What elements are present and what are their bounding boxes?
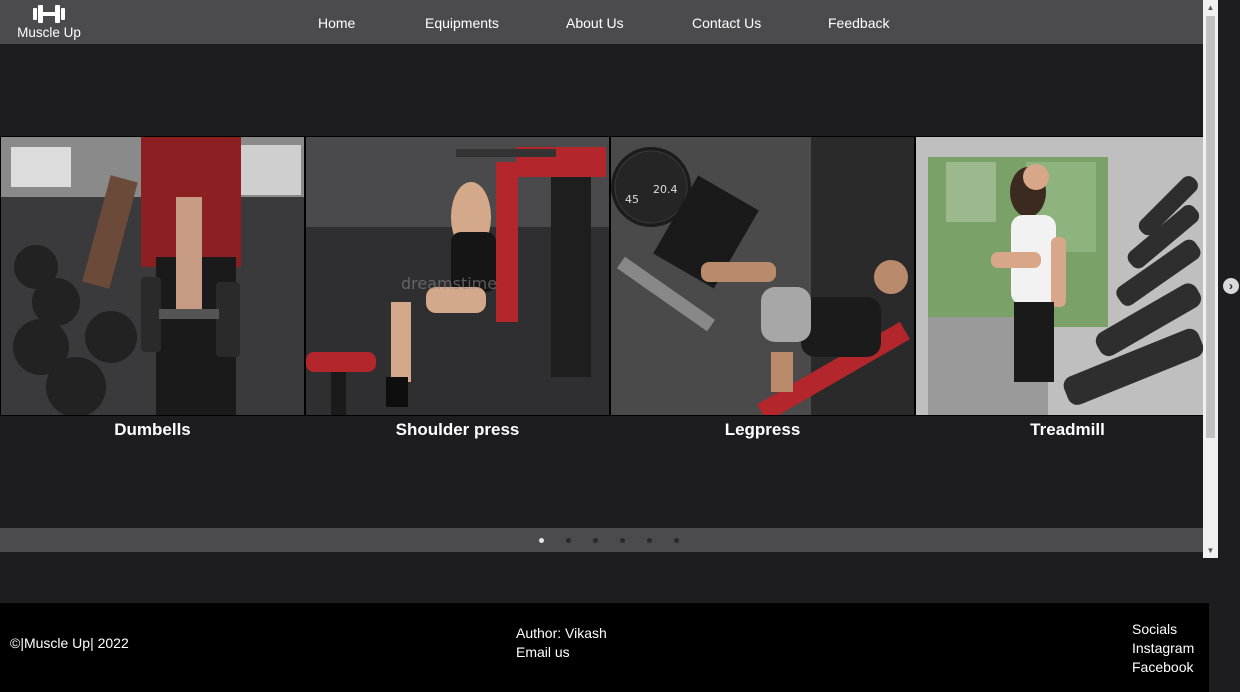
slider-pagination	[0, 528, 1203, 552]
pagination-dot[interactable]	[539, 538, 544, 543]
email-link[interactable]: Email us	[516, 643, 570, 662]
pagination-dot[interactable]	[647, 538, 652, 543]
scroll-thumb[interactable]	[1206, 16, 1215, 438]
footer: ©|Muscle Up| 2022 Author: Vikash Email u…	[0, 603, 1209, 692]
legpress-image: 45 20.4	[611, 137, 914, 415]
pagination-dot[interactable]	[674, 538, 679, 543]
plate-label-204: 20.4	[653, 183, 678, 196]
caption-dumbells: Dumbells	[114, 420, 191, 439]
shoulder-press-image: dreamstime	[306, 137, 609, 415]
nav-equipments[interactable]: Equipments	[425, 15, 499, 31]
caption-legpress: Legpress	[724, 420, 801, 439]
equipment-slider: dreamstime 45 20.4	[0, 136, 1203, 416]
page-viewport: Muscle Up Home Equipments About Us Conta…	[0, 0, 1203, 558]
nav-feedback[interactable]: Feedback	[828, 15, 889, 31]
slide-legpress[interactable]: 45 20.4	[610, 136, 915, 416]
treadmill-image	[916, 137, 1203, 415]
facebook-link[interactable]: Facebook	[1132, 658, 1193, 677]
plate-label-45: 45	[625, 193, 639, 206]
author-text: Author: Vikash	[516, 625, 607, 641]
pagination-dot[interactable]	[566, 538, 571, 543]
logo-text: Muscle Up	[17, 25, 81, 40]
pagination-dot[interactable]	[620, 538, 625, 543]
caption-treadmill: Treadmill	[1030, 420, 1105, 439]
scroll-up-arrow-icon[interactable]: ▲	[1203, 0, 1218, 15]
vertical-scrollbar[interactable]: ▲ ▼	[1203, 0, 1218, 558]
logo[interactable]: Muscle Up	[10, 2, 88, 40]
instagram-link[interactable]: Instagram	[1132, 639, 1194, 658]
caption-shoulder-press: Shoulder press	[395, 420, 520, 439]
pagination-dot[interactable]	[593, 538, 598, 543]
slide-dumbells[interactable]	[0, 136, 305, 416]
dumbbell-icon	[33, 5, 65, 23]
scroll-down-arrow-icon[interactable]: ▼	[1203, 543, 1218, 558]
chevron-right-icon[interactable]: ›	[1223, 278, 1239, 294]
socials-title: Socials	[1132, 621, 1178, 637]
dumbells-image	[1, 137, 304, 415]
slide-treadmill[interactable]	[915, 136, 1203, 416]
nav-contact-us[interactable]: Contact Us	[692, 15, 761, 31]
navbar: Muscle Up Home Equipments About Us Conta…	[0, 0, 1203, 44]
nav-about-us[interactable]: About Us	[566, 15, 624, 31]
copyright-text: ©|Muscle Up| 2022	[10, 635, 129, 651]
nav-home[interactable]: Home	[318, 15, 355, 31]
slide-shoulder-press[interactable]: dreamstime	[305, 136, 610, 416]
watermark-text: dreamstime	[401, 274, 497, 293]
